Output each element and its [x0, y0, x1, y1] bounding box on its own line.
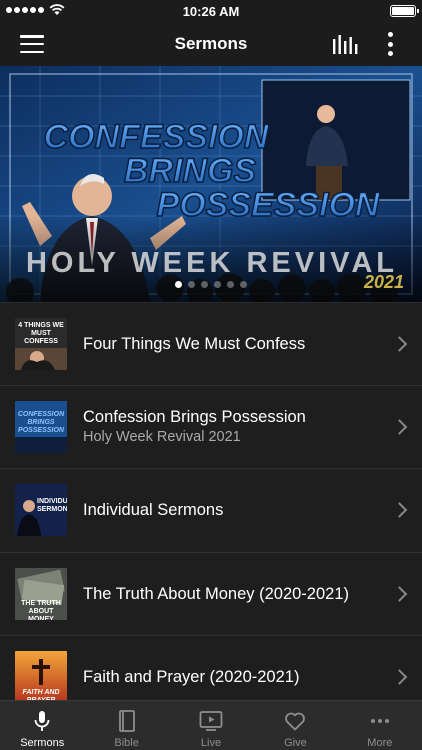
- tab-bar: Sermons Bible Live Give More: [0, 700, 422, 750]
- more-options-icon[interactable]: [386, 32, 394, 56]
- series-title: Faith and Prayer (2020-2021): [83, 668, 300, 687]
- hero-title-line2: BRINGS: [124, 152, 257, 190]
- carousel-dot[interactable]: [227, 281, 234, 288]
- series-thumbnail: 4 THINGS WE MUST CONFESS: [15, 317, 67, 370]
- chevron-right-icon: [391, 418, 408, 435]
- thumbnail-caption: THE TRUTH ABOUT MONEY: [21, 599, 61, 620]
- list-item[interactable]: INDIVIDUAL SERMONS Individual Sermons: [0, 469, 422, 553]
- tab-sermons[interactable]: Sermons: [0, 701, 84, 750]
- carousel-dot[interactable]: [201, 281, 208, 288]
- series-title: Confession Brings Possession: [83, 407, 306, 426]
- tv-play-icon: [199, 711, 223, 731]
- status-time: 10:26 AM: [182, 3, 240, 19]
- thumbnail-caption: FAITH AND PRAYER: [22, 689, 60, 700]
- tab-bible[interactable]: Bible: [84, 701, 168, 750]
- chevron-right-icon: [391, 335, 408, 352]
- hamburger-menu-icon[interactable]: [20, 35, 44, 53]
- featured-carousel[interactable]: CONFESSION BRINGS POSSESSION HOLY WEEK R…: [0, 66, 422, 302]
- chevron-right-icon: [391, 585, 408, 602]
- tab-label: Give: [284, 737, 307, 749]
- tab-live[interactable]: Live: [169, 701, 253, 750]
- signal-indicator: [6, 4, 65, 16]
- hero-subtitle: HOLY WEEK REVIVAL: [26, 247, 398, 279]
- microphone-icon: [34, 711, 50, 731]
- book-icon: [118, 710, 135, 732]
- battery-icon: [390, 5, 419, 17]
- tab-label: Sermons: [20, 737, 65, 749]
- heart-icon: [285, 712, 306, 731]
- carousel-page-indicator[interactable]: [0, 281, 422, 288]
- thumbnail-caption: CONFESSION BRINGS POSSESSION: [17, 410, 65, 434]
- series-title: Individual Sermons: [83, 501, 224, 520]
- series-thumbnail: CONFESSION BRINGS POSSESSION: [15, 400, 67, 453]
- list-item[interactable]: CONFESSION BRINGS POSSESSION Confession …: [0, 386, 422, 469]
- list-item[interactable]: FAITH AND PRAYER Faith and Prayer (2020-…: [0, 636, 422, 700]
- carousel-dot[interactable]: [240, 281, 247, 288]
- audio-levels-icon[interactable]: [332, 34, 358, 54]
- hero-title-line3: POSSESSION: [157, 186, 381, 224]
- tab-more[interactable]: More: [338, 701, 422, 750]
- series-title: The Truth About Money (2020-2021): [83, 584, 349, 603]
- series-subtitle: Holy Week Revival 2021: [83, 428, 241, 445]
- signal-strength-icon: [6, 7, 44, 13]
- list-item[interactable]: THE TRUTH ABOUT MONEY The Truth About Mo…: [0, 553, 422, 636]
- tab-label: More: [367, 737, 393, 749]
- carousel-dot[interactable]: [214, 281, 221, 288]
- carousel-dot[interactable]: [175, 281, 182, 288]
- tab-give[interactable]: Give: [253, 701, 337, 750]
- sermon-list: 4 THINGS WE MUST CONFESS Four Things We …: [0, 302, 422, 700]
- wifi-icon: [49, 4, 65, 15]
- series-thumbnail: INDIVIDUAL SERMONS: [15, 484, 67, 537]
- carousel-dot[interactable]: [188, 281, 195, 288]
- thumbnail-caption: 4 THINGS WE MUST CONFESS: [18, 321, 64, 345]
- navigation-bar: Sermons: [0, 22, 422, 66]
- featured-banner-image: CONFESSION BRINGS POSSESSION HOLY WEEK R…: [0, 66, 422, 302]
- thumbnail-caption: INDIVIDUAL SERMONS: [37, 498, 67, 514]
- page-title: Sermons: [174, 34, 248, 53]
- ellipsis-icon: [370, 719, 389, 723]
- tab-label: Bible: [114, 737, 139, 749]
- tab-label: Live: [200, 737, 222, 749]
- status-bar: 10:26 AM: [0, 0, 422, 22]
- chevron-right-icon: [391, 669, 408, 686]
- series-thumbnail: THE TRUTH ABOUT MONEY: [15, 567, 67, 620]
- list-item[interactable]: 4 THINGS WE MUST CONFESS Four Things We …: [0, 302, 422, 386]
- chevron-right-icon: [391, 502, 408, 519]
- series-thumbnail: FAITH AND PRAYER: [15, 651, 67, 700]
- series-title: Four Things We Must Confess: [83, 334, 306, 353]
- hero-title-line1: CONFESSION: [44, 118, 270, 156]
